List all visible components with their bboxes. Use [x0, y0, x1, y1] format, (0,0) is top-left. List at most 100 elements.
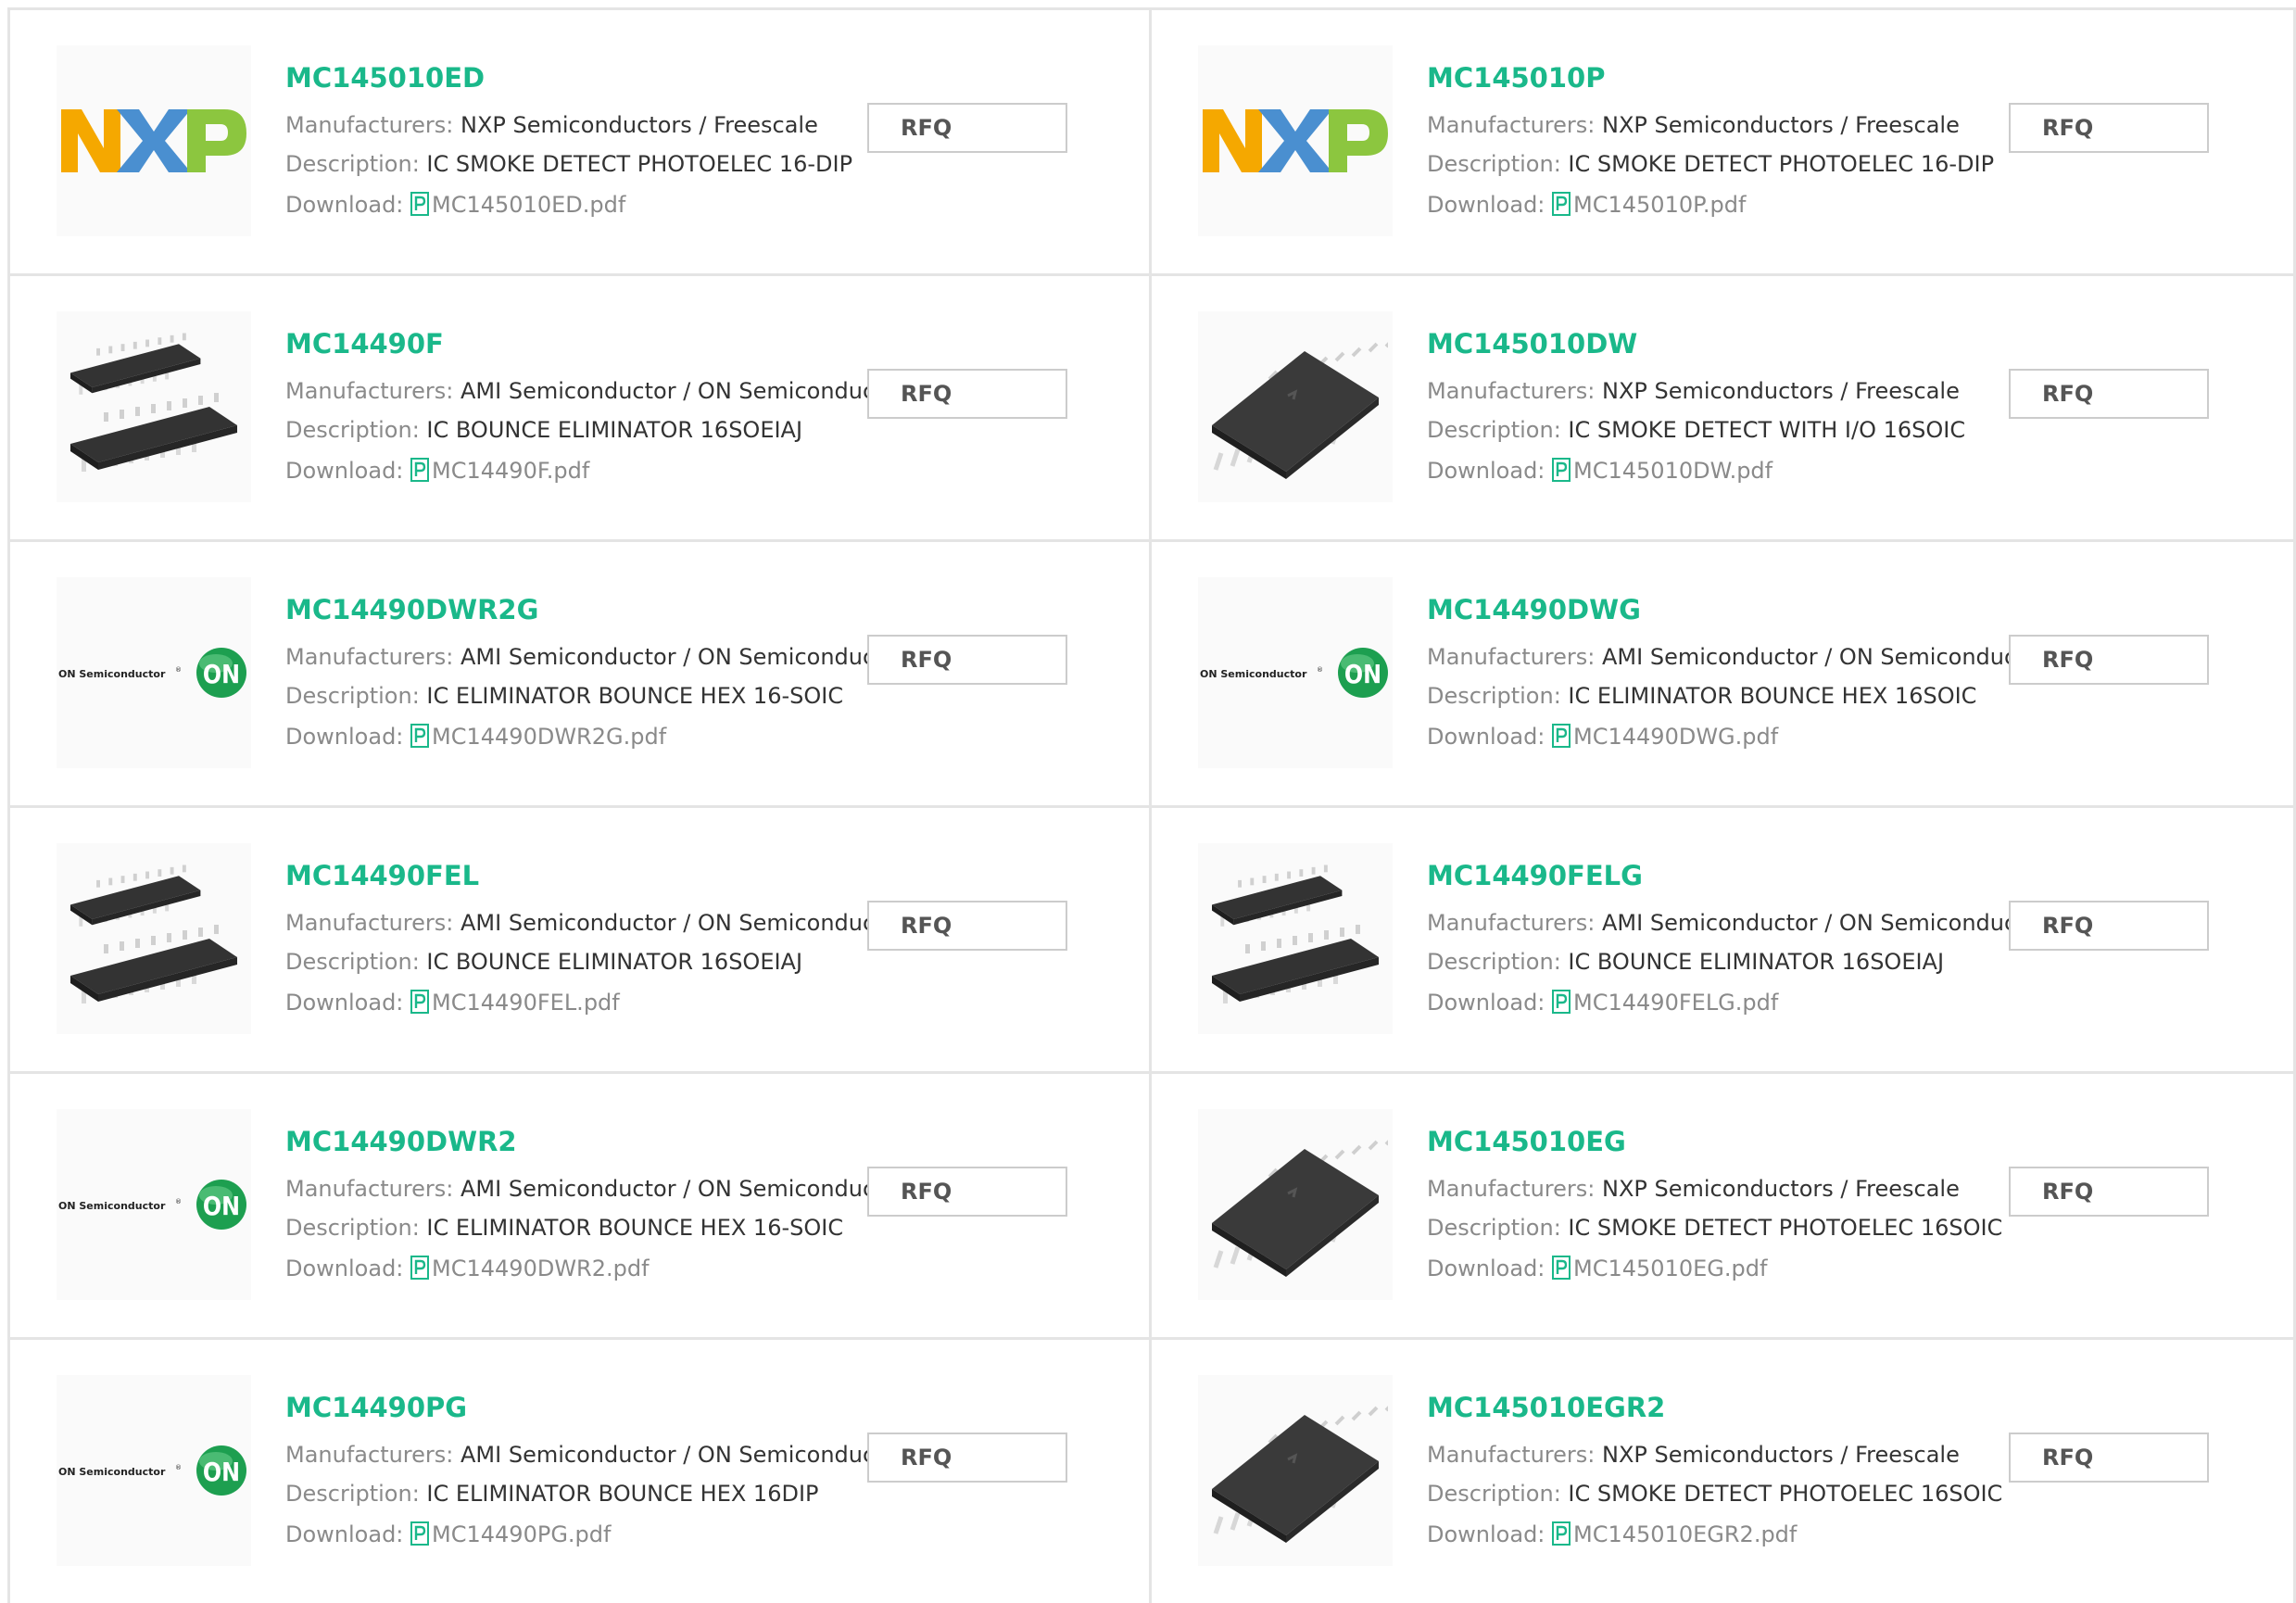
part-number-link[interactable]: MC145010ED [285, 62, 485, 94]
datasheet-link[interactable]: MC14490DWR2G.pdf [410, 724, 666, 750]
download-label: Download: [1427, 458, 1545, 484]
part-number-link[interactable]: MC145010P [1427, 62, 1605, 94]
soic-chip-icon [1212, 1140, 1388, 1277]
manufacturer-value: NXP Semiconductors / Freescale [1602, 378, 1960, 404]
part-number-link[interactable]: MC14490FELG [1427, 860, 1643, 891]
description-value: IC BOUNCE ELIMINATOR 16SOEIAJ [426, 949, 803, 975]
manufacturer-value: AMI Semiconductor / ON Semiconductor [1602, 910, 2049, 936]
product-image[interactable]: ON Semiconductor ® ON [1198, 577, 1393, 768]
on-semi-logo-icon: ON Semiconductor ® ON [58, 648, 246, 698]
part-number-link[interactable]: MC145010EG [1427, 1126, 1626, 1157]
download-label: Download: [1427, 990, 1545, 1016]
manufacturer-value: NXP Semiconductors / Freescale [1602, 112, 1960, 138]
download-label: Download: [1427, 724, 1545, 750]
pdf-icon [410, 1256, 430, 1280]
product-image[interactable]: ON Semiconductor ® ON [57, 577, 251, 768]
manufacturer-value: AMI Semiconductor / ON Semiconductor [460, 1176, 907, 1202]
rfq-button[interactable]: RFQ [2009, 1167, 2209, 1217]
part-number-link[interactable]: MC14490DWR2 [285, 1126, 517, 1157]
download-label: Download: [285, 458, 404, 484]
download-label: Download: [285, 1256, 404, 1281]
svg-text:®: ® [175, 1198, 182, 1205]
datasheet-filename: MC14490DWG.pdf [1573, 724, 1779, 750]
datasheet-filename: MC145010ED.pdf [432, 192, 626, 218]
pdf-icon [410, 1521, 430, 1546]
datasheet-link[interactable]: MC14490DWG.pdf [1552, 724, 1778, 750]
datasheet-link[interactable]: MC145010ED.pdf [410, 192, 625, 218]
description-value: IC SMOKE DETECT PHOTOELEC 16SOIC [1568, 1215, 2003, 1241]
product-image[interactable] [1198, 843, 1393, 1034]
part-number-link[interactable]: MC14490FEL [285, 860, 479, 891]
rfq-button[interactable]: RFQ [867, 369, 1067, 419]
pdf-icon [410, 192, 430, 216]
manufacturer-row: Manufacturers: AMI Semiconductor / ON Se… [285, 646, 906, 668]
description-value: IC ELIMINATOR BOUNCE HEX 16DIP [426, 1481, 819, 1507]
description-row: Description: IC SMOKE DETECT PHOTOELEC 1… [1427, 1483, 2002, 1505]
datasheet-link[interactable]: MC145010EGR2.pdf [1552, 1521, 1797, 1547]
part-number-link[interactable]: MC14490PG [285, 1392, 467, 1423]
dual-soic-chip-icon [1212, 865, 1379, 1003]
manufacturer-row: Manufacturers: AMI Semiconductor / ON Se… [285, 1444, 906, 1466]
part-number-link[interactable]: MC14490F [285, 328, 444, 360]
datasheet-filename: MC14490DWR2G.pdf [432, 724, 667, 750]
manufacturer-value: AMI Semiconductor / ON Semiconductor [460, 910, 907, 936]
description-label: Description: [285, 1481, 420, 1507]
description-label: Description: [1427, 683, 1561, 709]
manufacturer-row: Manufacturers: AMI Semiconductor / ON Se… [285, 1178, 906, 1200]
part-number-link[interactable]: MC145010EGR2 [1427, 1392, 1665, 1423]
rfq-button[interactable]: RFQ [2009, 1433, 2209, 1483]
download-label: Download: [1427, 1256, 1545, 1281]
product-image[interactable]: NXP [57, 45, 251, 236]
manufacturer-row: Manufacturers: NXP Semiconductors / Free… [285, 114, 818, 136]
rfq-button[interactable]: RFQ [2009, 103, 2209, 153]
datasheet-link[interactable]: MC145010EG.pdf [1552, 1256, 1767, 1281]
download-row: Download: MC145010P.pdf [1427, 192, 1746, 216]
rfq-button[interactable]: RFQ [867, 1433, 1067, 1483]
product-card: ON Semiconductor ® ON MC14490DWR2 Manufa… [7, 1071, 1149, 1337]
datasheet-link[interactable]: MC14490FEL.pdf [410, 990, 620, 1016]
product-image[interactable]: NXP [1198, 45, 1393, 236]
part-number-link[interactable]: MC14490DWR2G [285, 594, 538, 625]
rfq-button[interactable]: RFQ [2009, 369, 2209, 419]
download-row: Download: MC145010DW.pdf [1427, 458, 1772, 482]
datasheet-link[interactable]: MC14490DWR2.pdf [410, 1256, 650, 1281]
datasheet-link[interactable]: MC145010DW.pdf [1552, 458, 1772, 484]
description-row: Description: IC BOUNCE ELIMINATOR 16SOEI… [1427, 951, 1944, 973]
rfq-button[interactable]: RFQ [867, 103, 1067, 153]
description-row: Description: IC BOUNCE ELIMINATOR 16SOEI… [285, 951, 802, 973]
manufacturer-row: Manufacturers: NXP Semiconductors / Free… [1427, 114, 1960, 136]
description-value: IC ELIMINATOR BOUNCE HEX 16SOIC [1568, 683, 1977, 709]
datasheet-link[interactable]: MC14490PG.pdf [410, 1521, 611, 1547]
product-card: MC145010EG Manufacturers: NXP Semiconduc… [1149, 1071, 2296, 1337]
rfq-button[interactable]: RFQ [2009, 635, 2209, 685]
description-label: Description: [285, 949, 420, 975]
product-image[interactable] [1198, 1375, 1393, 1566]
datasheet-filename: MC145010EG.pdf [1573, 1256, 1768, 1281]
description-value: IC SMOKE DETECT WITH I/O 16SOIC [1568, 417, 1966, 443]
product-image[interactable]: ON Semiconductor ® ON [57, 1375, 251, 1566]
datasheet-link[interactable]: MC14490FELG.pdf [1552, 990, 1778, 1016]
rfq-button[interactable]: RFQ [867, 635, 1067, 685]
manufacturer-value: NXP Semiconductors / Freescale [1602, 1442, 1960, 1468]
product-card: MC14490FEL Manufacturers: AMI Semiconduc… [7, 805, 1149, 1071]
manufacturer-value: AMI Semiconductor / ON Semiconductor [460, 644, 907, 670]
datasheet-link[interactable]: MC14490F.pdf [410, 458, 589, 484]
pdf-icon [410, 990, 430, 1014]
product-image[interactable]: ON Semiconductor ® ON [57, 1109, 251, 1300]
description-value: IC BOUNCE ELIMINATOR 16SOEIAJ [1568, 949, 1945, 975]
svg-text:ON Semiconductor: ON Semiconductor [58, 668, 166, 680]
part-number-link[interactable]: MC14490DWG [1427, 594, 1641, 625]
part-number-link[interactable]: MC145010DW [1427, 328, 1637, 360]
product-image[interactable] [1198, 1109, 1393, 1300]
rfq-button[interactable]: RFQ [867, 901, 1067, 951]
rfq-button[interactable]: RFQ [2009, 901, 2209, 951]
product-image[interactable] [1198, 311, 1393, 502]
rfq-button[interactable]: RFQ [867, 1167, 1067, 1217]
on-semi-logo-icon: ON Semiconductor ® ON [58, 1180, 246, 1230]
download-row: Download: MC145010ED.pdf [285, 192, 625, 216]
manufacturer-label: Manufacturers: [1427, 378, 1596, 404]
product-image[interactable] [57, 311, 251, 502]
product-image[interactable] [57, 843, 251, 1034]
datasheet-link[interactable]: MC145010P.pdf [1552, 192, 1746, 218]
soic-chip-icon [1212, 342, 1388, 479]
